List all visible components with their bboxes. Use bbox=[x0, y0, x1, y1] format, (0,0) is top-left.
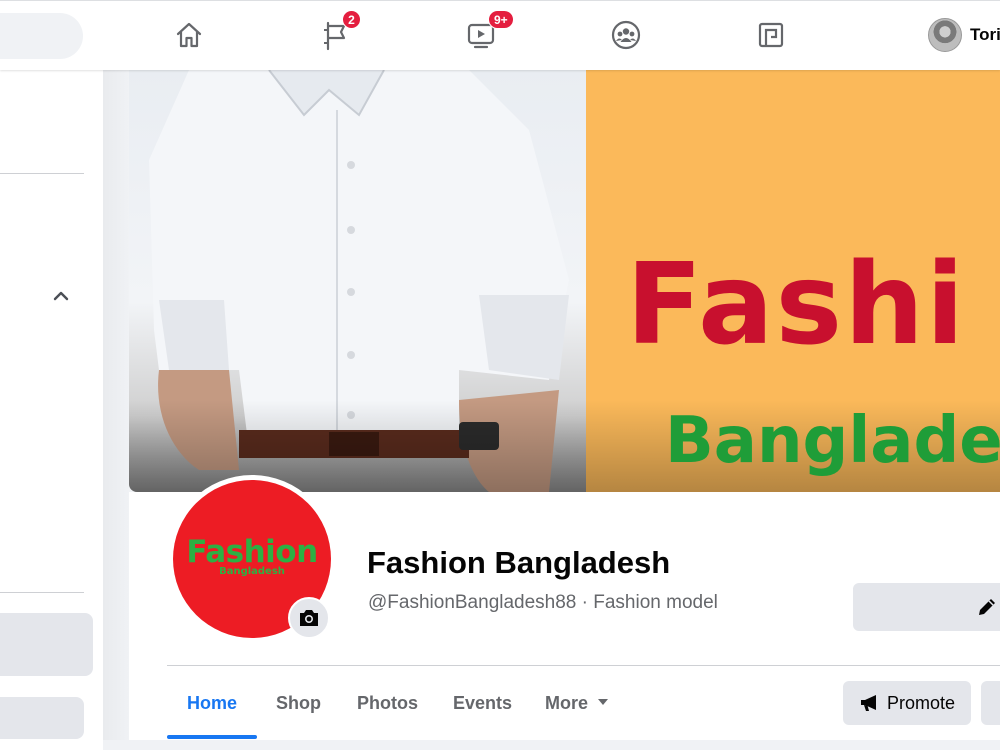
home-icon bbox=[176, 22, 202, 48]
sidebar-button[interactable] bbox=[0, 613, 93, 676]
content-gutter bbox=[103, 70, 130, 750]
tab-home[interactable]: Home bbox=[187, 693, 237, 714]
gaming-tab[interactable] bbox=[749, 13, 793, 57]
divider bbox=[0, 592, 84, 593]
chevron-up-icon bbox=[53, 291, 69, 301]
home-tab[interactable] bbox=[167, 13, 211, 57]
tabs-divider bbox=[167, 665, 1000, 666]
profile-name: Tori bbox=[970, 25, 1000, 44]
page-username-category: @FashionBangladesh88 · Fashion model bbox=[368, 592, 718, 613]
promote-button[interactable]: Promote bbox=[843, 681, 971, 725]
caret-down-icon bbox=[598, 699, 609, 706]
avatar bbox=[928, 18, 962, 52]
collapse-button[interactable] bbox=[50, 285, 72, 307]
active-tab-indicator bbox=[167, 735, 257, 739]
pencil-icon bbox=[979, 599, 995, 615]
tab-photos[interactable]: Photos bbox=[357, 693, 418, 714]
tab-more[interactable]: More bbox=[545, 693, 609, 714]
page-bottom-edge bbox=[103, 740, 1000, 750]
sidebar-button[interactable] bbox=[0, 697, 84, 739]
search-input[interactable] bbox=[0, 13, 83, 59]
more-actions-button[interactable] bbox=[981, 681, 1000, 725]
gaming-icon bbox=[758, 22, 784, 48]
promote-label: Promote bbox=[886, 692, 956, 713]
page-title: Fashion Bangladesh bbox=[367, 545, 671, 580]
cover-headline: Fashi bbox=[626, 240, 967, 370]
profile-shortcut[interactable]: Tori bbox=[928, 18, 1000, 52]
groups-tab[interactable] bbox=[604, 13, 648, 57]
tab-events[interactable]: Events bbox=[453, 693, 512, 714]
cover-photo[interactable]: Fashi Banglade bbox=[129, 70, 1000, 492]
notification-badge: 9+ bbox=[488, 10, 514, 29]
camera-icon bbox=[300, 610, 318, 626]
megaphone-icon bbox=[860, 695, 876, 711]
tab-more-label: More bbox=[545, 693, 589, 713]
logo-text: Fashion bbox=[186, 533, 318, 570]
logo-subtext: Bangladesh bbox=[219, 565, 285, 577]
watch-tab[interactable]: 9+ bbox=[459, 10, 514, 57]
edit-page-button[interactable] bbox=[853, 583, 1000, 631]
groups-icon bbox=[611, 20, 641, 50]
divider bbox=[0, 173, 84, 174]
left-sidebar bbox=[0, 70, 103, 750]
pages-tab[interactable]: 2 bbox=[314, 10, 361, 57]
notification-badge: 2 bbox=[342, 10, 361, 29]
update-profile-picture-button[interactable] bbox=[288, 597, 330, 639]
top-navigation-bar: 2 9+ Tori bbox=[0, 0, 1000, 70]
cover-subline: Banglade bbox=[665, 404, 1000, 478]
tab-shop[interactable]: Shop bbox=[276, 693, 321, 714]
